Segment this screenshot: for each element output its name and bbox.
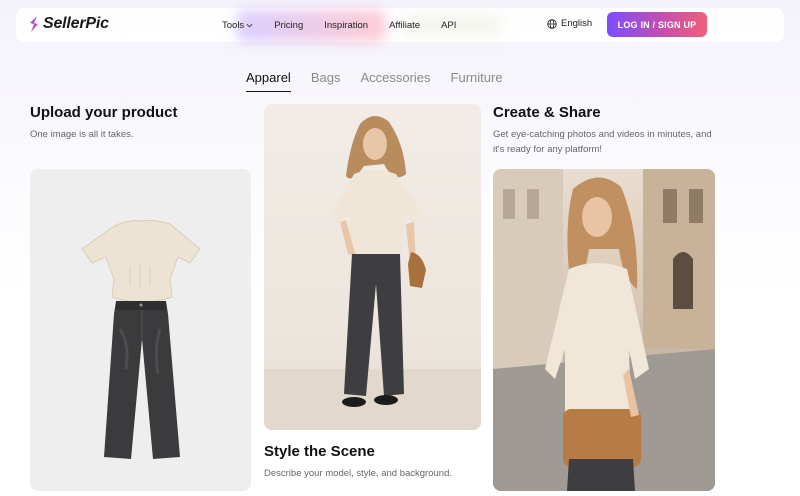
upload-title: Upload your product — [30, 104, 178, 121]
model-studio-illustration — [264, 115, 481, 430]
nav-tools[interactable]: Tools — [222, 20, 253, 31]
nav-affiliate[interactable]: Affiliate — [389, 20, 420, 31]
main-menu: Tools Pricing Inspiration Affiliate API — [222, 8, 502, 42]
top-navbar: SellerPic Tools Pricing Inspiration Affi… — [16, 8, 784, 42]
sellerpic-logo-icon — [30, 16, 38, 32]
chevron-down-icon — [246, 23, 253, 27]
brand-name: SellerPic — [43, 15, 109, 32]
style-title: Style the Scene — [264, 443, 375, 460]
nav-api[interactable]: API — [441, 20, 456, 31]
brand-logo[interactable]: SellerPic — [28, 15, 109, 33]
model-street-illustration — [493, 169, 715, 491]
upload-description: One image is all it takes. — [30, 129, 134, 140]
product-flatlay-image — [30, 169, 251, 491]
product-illustration — [81, 219, 201, 459]
login-signup-button[interactable]: LOG IN / SIGN UP — [607, 12, 707, 37]
model-studio-image — [264, 104, 481, 430]
language-label: English — [561, 18, 593, 29]
share-description: Get eye-catching photos and videos in mi… — [493, 129, 712, 155]
nav-pricing[interactable]: Pricing — [274, 20, 303, 31]
language-selector[interactable]: English — [547, 18, 592, 29]
share-title: Create & Share — [493, 104, 601, 121]
model-street-image — [493, 169, 715, 491]
tab-bags[interactable]: Bags — [311, 70, 341, 92]
category-tabs: Apparel Bags Accessories Furniture — [246, 70, 503, 92]
tab-furniture[interactable]: Furniture — [451, 70, 503, 92]
globe-icon — [547, 18, 557, 29]
style-description: Describe your model, style, and backgrou… — [264, 468, 452, 479]
tab-apparel[interactable]: Apparel — [246, 70, 291, 92]
nav-inspiration[interactable]: Inspiration — [324, 20, 368, 31]
tab-accessories[interactable]: Accessories — [360, 70, 430, 92]
